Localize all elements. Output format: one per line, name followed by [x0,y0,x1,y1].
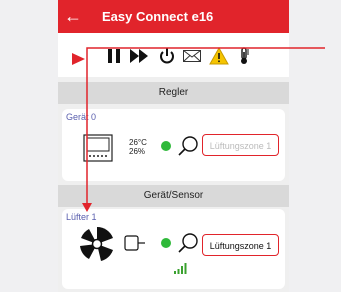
search-icon[interactable] [177,135,199,162]
output-icon [124,234,146,252]
app-bar: ← Easy Connect e16 [58,0,289,33]
app-screen: ← Easy Connect e16 Regler Gerät 0 26°C 2… [58,0,289,292]
status-indicator [161,238,171,248]
zone-button[interactable]: Lüftungszone 1 [202,134,279,156]
device-card-luefter-1[interactable]: Lüfter 1 Lüftungszone 1 [62,209,285,289]
thermometer-icon[interactable] [234,46,254,66]
device-label: Lüfter 1 [66,212,97,222]
temperature-value: 26°C [129,138,147,147]
fan-icon [79,226,115,262]
zone-button[interactable]: Lüftungszone 1 [202,234,279,256]
power-icon[interactable] [157,46,177,66]
status-indicator [161,141,171,151]
mail-icon[interactable] [182,46,202,66]
section-header-geraet-sensor: Gerät/Sensor [58,185,289,207]
signal-strength-icon [174,261,188,274]
device-card-geraet-0[interactable]: Gerät 0 26°C 26% Lüftungszone 1 [62,109,285,181]
device-label: Gerät 0 [66,112,97,122]
warning-icon[interactable] [209,46,229,66]
search-icon[interactable] [177,232,199,259]
humidity-value: 26% [129,147,146,156]
app-title: Easy Connect e16 [102,9,214,24]
section-header-regler: Regler [58,82,289,104]
fast-forward-icon[interactable] [129,46,149,66]
control-toolbar [58,33,289,77]
back-arrow-icon[interactable]: ← [64,4,82,28]
thermostat-icon [83,134,113,162]
pause-icon[interactable] [104,46,124,66]
